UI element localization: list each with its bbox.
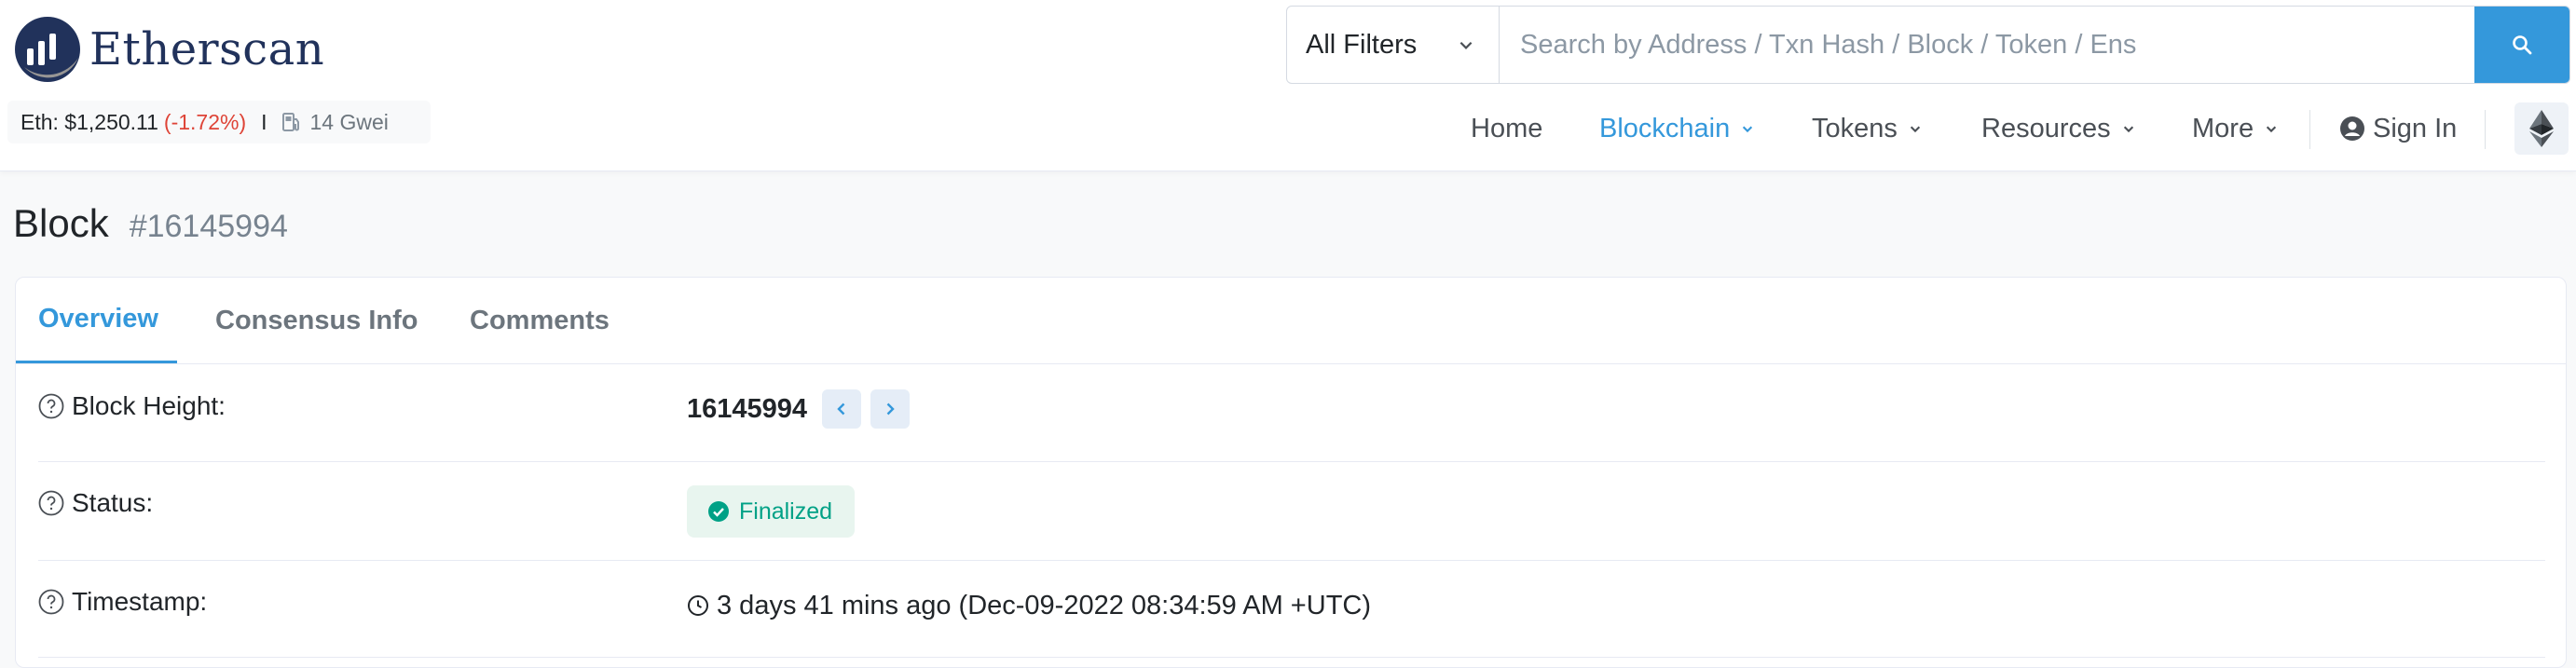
previous-block-button[interactable] [822,389,862,429]
main-nav: Home Blockchain Tokens Resources More Si… [0,104,2576,153]
block-height-label-text: Block Height: [72,391,226,420]
check-circle-icon [708,501,729,522]
block-height-value-group: 16145994 [687,389,911,429]
logo-wordmark: Etherscan [89,23,325,75]
nav-resources[interactable]: Resources [1981,104,2135,153]
etherscan-logo-icon [15,17,80,82]
tab-overview-label: Overview [38,304,158,334]
block-height-label: Block Height: [38,388,226,425]
timestamp-label: Timestamp: [38,583,207,620]
nav-more-label: More [2192,113,2254,143]
ethereum-icon [2529,110,2554,147]
search-filter-select[interactable]: All Filters [1287,7,1500,83]
status-badge: Finalized [687,485,856,538]
nav-resources-label: Resources [1981,113,2111,143]
block-tabs: Overview Consensus Info Comments [16,278,2566,364]
tab-comments-label: Comments [470,305,610,335]
network-switcher-button[interactable] [2514,102,2569,155]
next-block-button[interactable] [870,389,911,429]
status-label: Status: [38,484,153,522]
nav-divider [2485,110,2486,149]
search-icon [2513,35,2532,55]
block-height-row: Block Height: 16145994 [38,365,2545,462]
timestamp-value-group: 3 days 41 mins ago (Dec-09-2022 08:34:59… [687,587,1371,624]
page-title: Block #16145994 [13,201,288,246]
page-heading: Block [13,201,109,245]
chevron-down-icon [1910,126,1921,133]
status-value-group: Finalized [687,485,856,538]
tab-overview[interactable]: Overview [16,278,177,363]
status-row: Status: Finalized [38,462,2545,561]
timestamp-label-text: Timestamp: [72,587,208,616]
search-bar: All Filters [1286,6,2570,84]
clock-icon [688,595,708,616]
question-circle-icon[interactable] [38,589,64,615]
chevron-down-icon [1743,126,1753,133]
question-circle-icon[interactable] [38,393,64,419]
chevron-down-icon [2266,126,2277,133]
tab-consensus-info[interactable]: Consensus Info [215,278,418,363]
chevron-left-icon [837,402,845,416]
nav-tokens-label: Tokens [1812,113,1898,143]
search-button[interactable] [2474,7,2569,83]
nav-home[interactable]: Home [1471,104,1542,153]
search-input[interactable] [1500,7,2474,83]
status-value: Finalized [739,498,833,525]
nav-divider [2309,110,2310,149]
nav-home-label: Home [1471,113,1543,143]
search-filter-label: All Filters [1306,29,1418,60]
timestamp-value: 3 days 41 mins ago (Dec-09-2022 08:34:59… [717,590,1372,620]
chevron-down-icon [1459,41,1473,49]
tab-comments[interactable]: Comments [470,278,610,363]
site-header: Etherscan Eth: $1,250.11 (-1.72%) I 14 G… [0,0,2576,171]
tab-consensus-info-label: Consensus Info [215,305,418,335]
status-label-text: Status: [72,488,154,517]
block-details-card: Overview Consensus Info Comments Block H… [15,277,2567,668]
nav-blockchain[interactable]: Blockchain [1599,104,1754,153]
timestamp-row: Timestamp: 3 days 41 mins ago (Dec-09-20… [38,561,2545,658]
nav-tokens[interactable]: Tokens [1812,104,1922,153]
etherscan-logo[interactable]: Etherscan [13,15,324,84]
chevron-right-icon [886,402,895,416]
block-height-value: 16145994 [687,393,808,424]
question-circle-icon[interactable] [38,490,64,516]
nav-sign-in-label: Sign In [2373,113,2458,143]
chevron-down-icon [2123,126,2133,133]
nav-sign-in[interactable]: Sign In [2339,104,2457,153]
user-circle-icon [2340,116,2364,141]
nav-more[interactable]: More [2192,104,2278,153]
block-number-subtitle: #16145994 [129,209,288,244]
nav-blockchain-label: Blockchain [1599,113,1731,143]
